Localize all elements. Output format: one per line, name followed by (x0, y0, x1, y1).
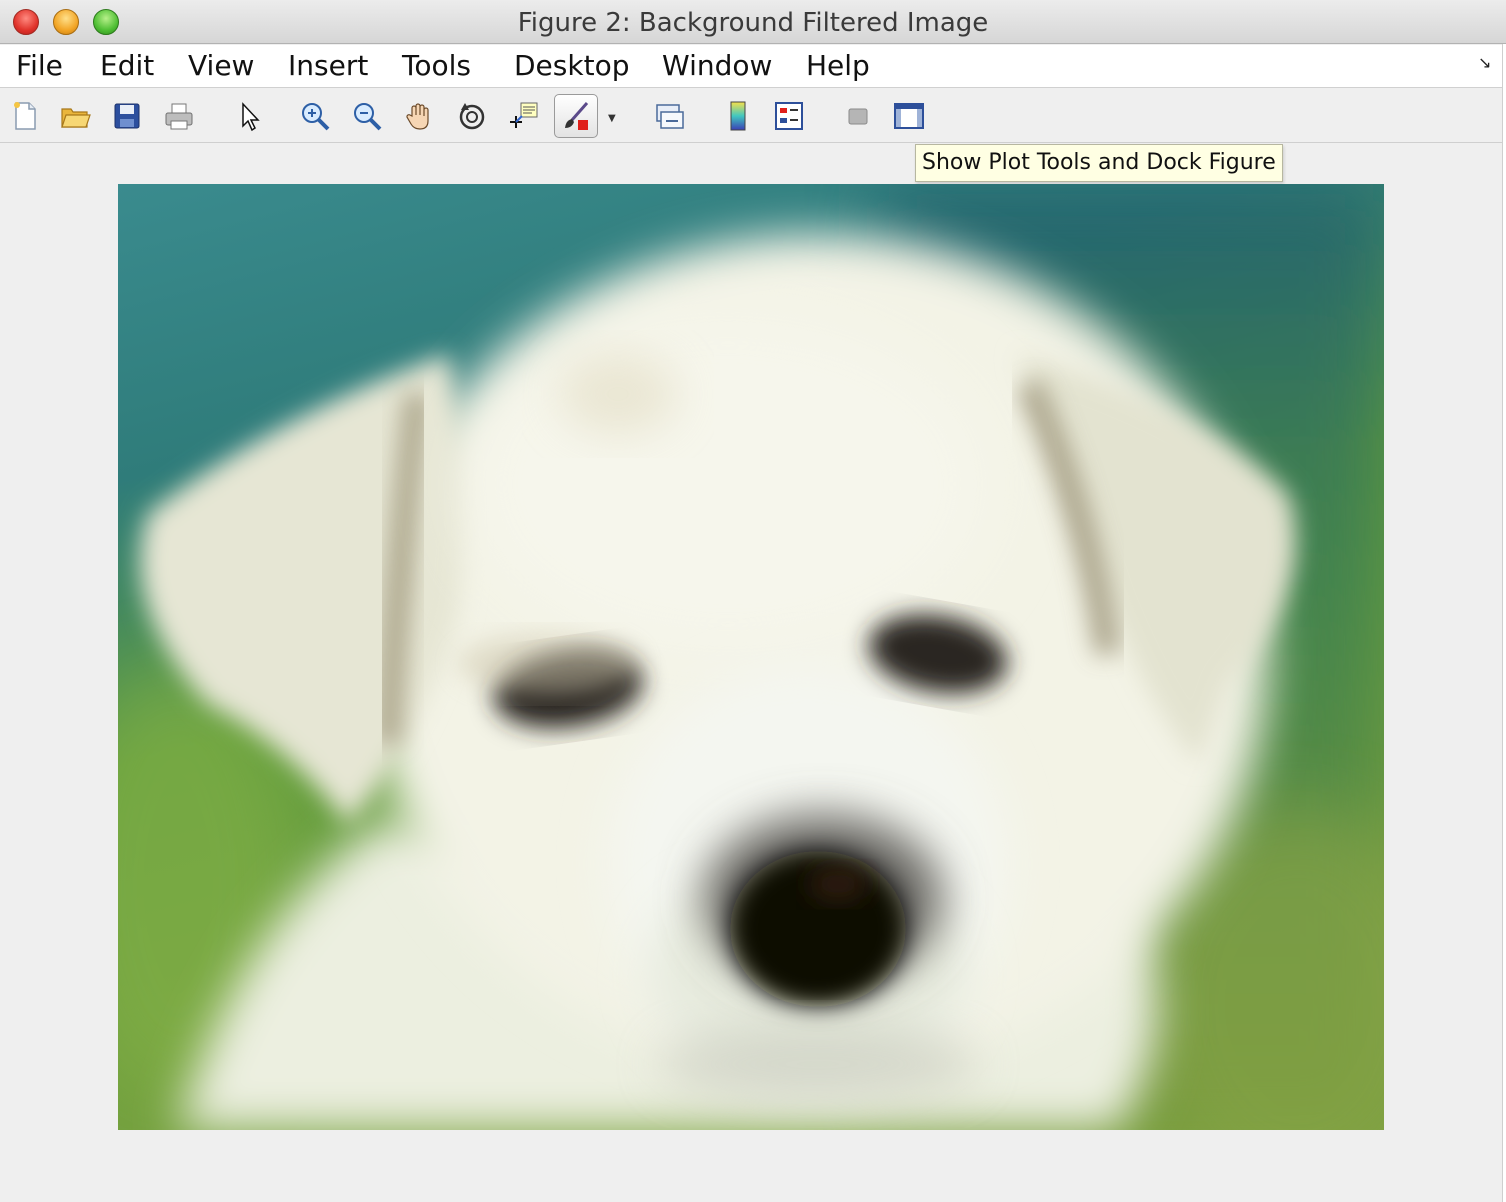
open-file-icon[interactable] (58, 99, 92, 133)
pan-hand-icon[interactable] (402, 99, 436, 133)
menu-help[interactable]: Help (806, 49, 870, 82)
zoom-out-icon[interactable] (350, 99, 384, 133)
edit-plot-arrow-icon[interactable] (232, 99, 266, 133)
menu-edit[interactable]: Edit (100, 49, 154, 82)
hide-plot-tools-icon[interactable] (841, 99, 875, 133)
menu-desktop[interactable]: Desktop (514, 49, 629, 82)
link-plot-icon[interactable] (652, 99, 686, 133)
menu-bar: File Edit View Insert Tools Desktop Wind… (0, 45, 1502, 88)
save-figure-icon[interactable] (110, 99, 144, 133)
figure-window: Figure 2: Background Filtered Image File… (0, 0, 1506, 1202)
menu-file[interactable]: File (16, 49, 63, 82)
insert-legend-icon[interactable] (772, 99, 806, 133)
new-figure-icon[interactable] (8, 99, 42, 133)
tooltip: Show Plot Tools and Dock Figure (915, 144, 1283, 182)
window-edge (1502, 44, 1506, 1202)
menu-window[interactable]: Window (662, 49, 772, 82)
brush-dropdown-icon[interactable]: ▼ (608, 113, 620, 124)
filtered-image[interactable] (118, 184, 1384, 1130)
show-plot-tools-icon[interactable] (892, 99, 926, 133)
zoom-in-icon[interactable] (298, 99, 332, 133)
window-title: Figure 2: Background Filtered Image (517, 8, 989, 38)
title-bar[interactable]: Figure 2: Background Filtered Image (0, 0, 1506, 44)
insert-colorbar-icon[interactable] (721, 99, 755, 133)
print-figure-icon[interactable] (162, 99, 196, 133)
rotate-3d-icon[interactable] (455, 99, 489, 133)
data-cursor-icon[interactable] (507, 99, 541, 133)
brush-data-icon[interactable] (554, 94, 598, 138)
undock-arrow-icon[interactable]: ↘ (1478, 55, 1494, 71)
menu-tools[interactable]: Tools (402, 49, 471, 82)
menu-view[interactable]: View (188, 49, 254, 82)
figure-toolbar: ▼ (0, 89, 1506, 143)
menu-insert[interactable]: Insert (288, 49, 368, 82)
